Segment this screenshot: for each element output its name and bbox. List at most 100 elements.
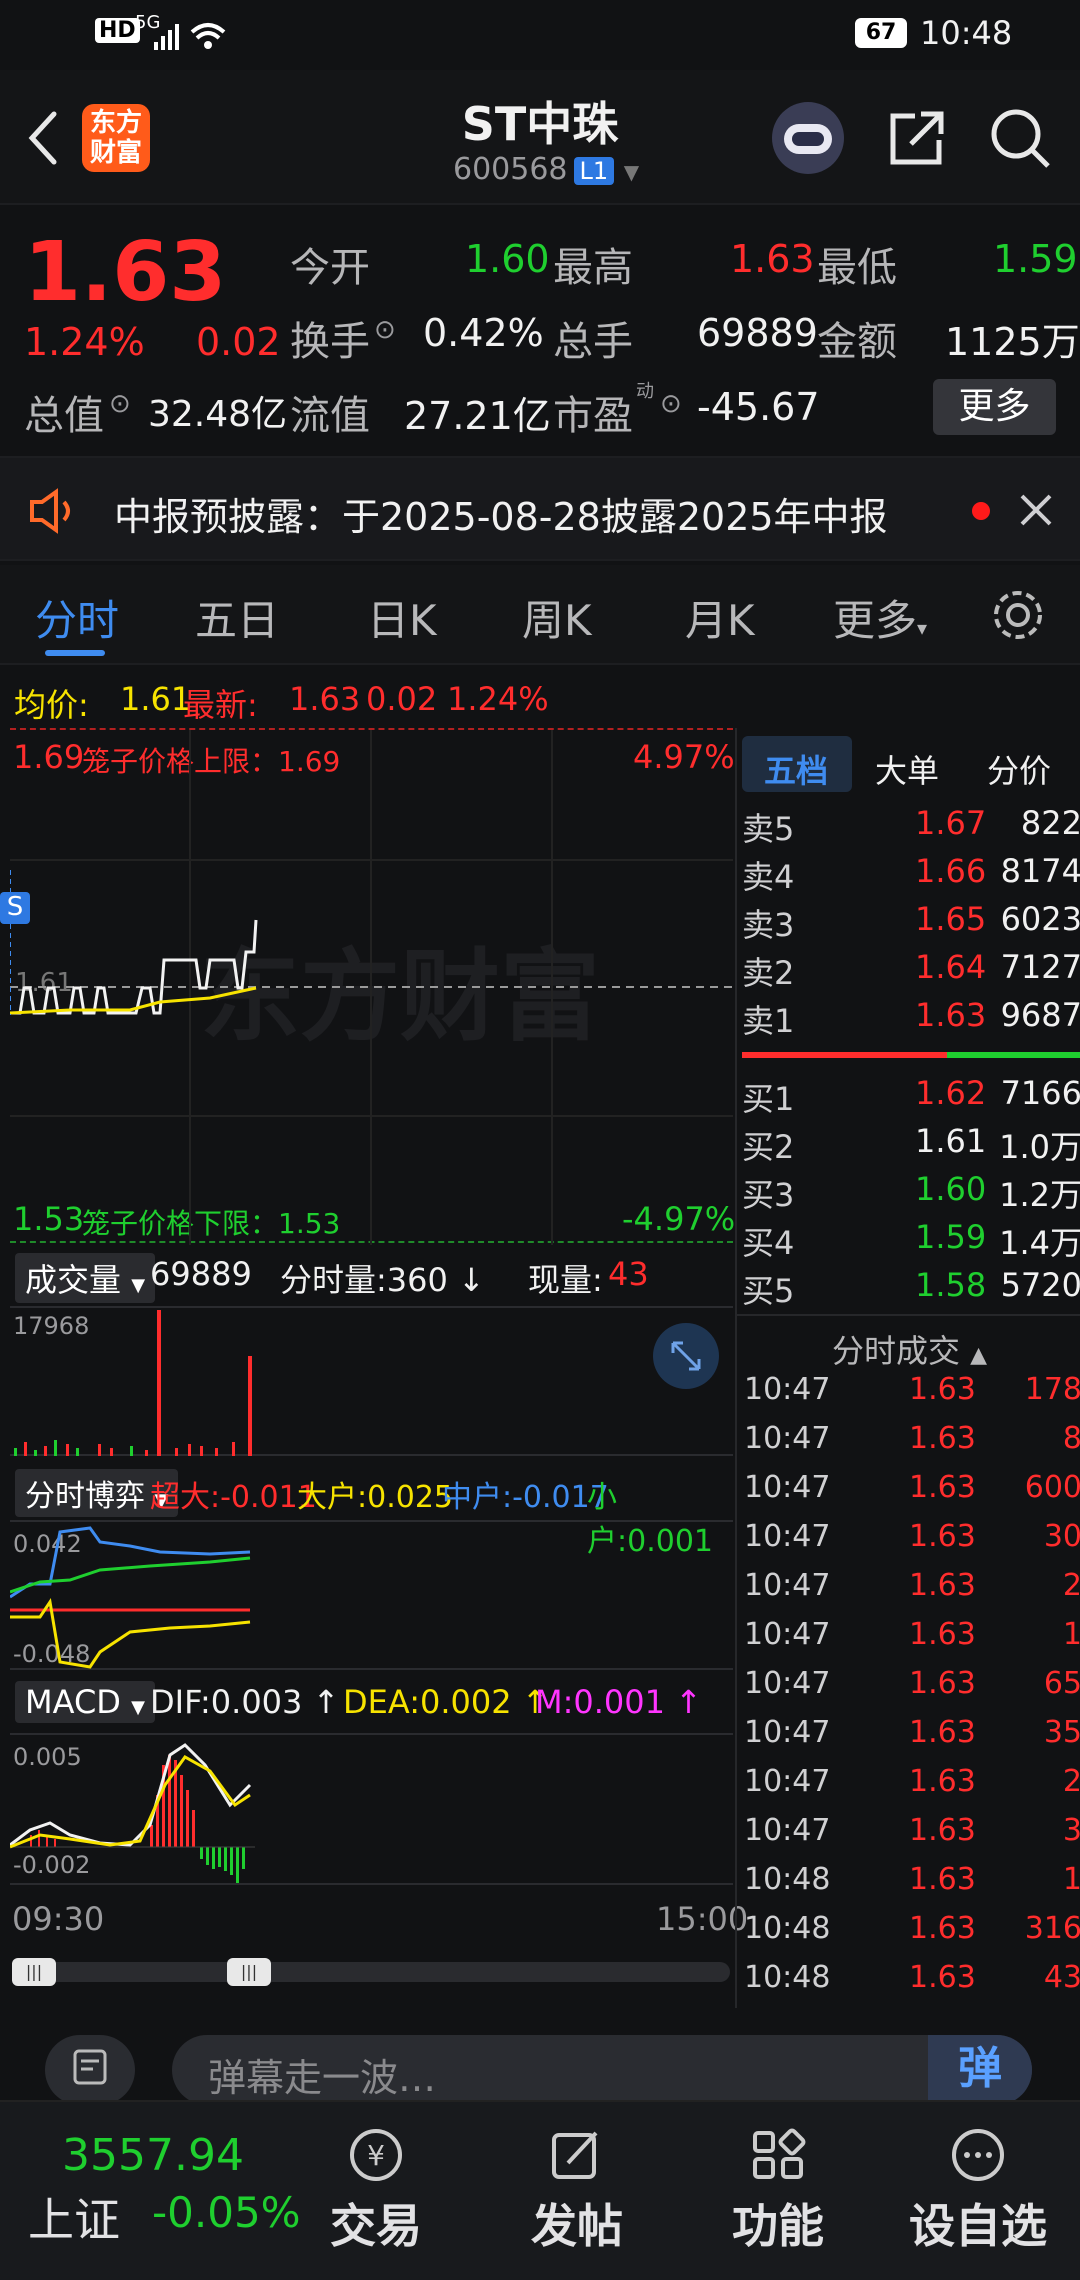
trade-price: 1.63	[909, 1372, 976, 1407]
stock-code-row[interactable]: 600568 L1 ▼	[453, 152, 639, 187]
ask-row[interactable]: 卖5 1.67 822	[737, 798, 1080, 848]
trade-price: 1.63	[909, 1813, 976, 1848]
nav-post-label: 发帖	[531, 2199, 623, 2253]
grid-apps-icon	[753, 2128, 806, 2179]
amount-label: 金额	[817, 319, 897, 365]
more-button[interactable]: 更多	[933, 379, 1056, 435]
trade-time: 10:48	[744, 1960, 831, 1995]
info-icon[interactable]: ⊙	[374, 315, 396, 345]
trade-volume: 3	[1062, 1813, 1080, 1848]
avg-price-bar: 均价: 1.61 最新: 1.63 0.02 1.24%	[0, 668, 1080, 728]
nav-features-label: 功能	[732, 2199, 824, 2253]
tab-five-day[interactable]: 五日	[195, 587, 279, 648]
ask-label: 卖3	[742, 906, 795, 944]
ask-row[interactable]: 卖1 1.63 9687	[737, 990, 1080, 1040]
tab-five-levels[interactable]: 五档	[764, 746, 828, 792]
tab-daily-k[interactable]: 日K	[367, 587, 437, 648]
info-icon[interactable]: ⊙	[109, 389, 131, 419]
expand-icon[interactable]	[653, 1323, 719, 1389]
info-icon[interactable]: ⊙	[660, 389, 682, 419]
trade-volume: 178	[1024, 1372, 1080, 1407]
tab-intraday[interactable]: 分时	[35, 587, 119, 648]
danmu-settings-icon[interactable]	[45, 2035, 135, 2105]
intraday-chart[interactable]: 1.69 笼子价格上限：1.69 4.97% 1.53 笼子价格下限：1.53 …	[0, 728, 735, 1245]
price-series-line	[10, 919, 258, 1015]
nav-add-watchlist[interactable]: 设自选	[898, 2120, 1058, 2256]
turnover-label: 换手	[290, 319, 370, 365]
slider-right-handle[interactable]: |||	[227, 1958, 271, 1986]
ask-label: 卖5	[742, 810, 795, 848]
trade-price: 1.63	[909, 1960, 976, 1995]
trade-volume: 43	[1043, 1960, 1080, 1995]
edit-icon	[552, 2131, 598, 2179]
ask-row[interactable]: 卖4 1.66 8174	[737, 846, 1080, 896]
search-icon[interactable]	[988, 106, 1052, 170]
last-price: 1.63	[24, 225, 227, 320]
trade-price: 1.63	[909, 1666, 976, 1701]
bid-price: 1.60	[915, 1170, 987, 1208]
volume-indicator-select[interactable]: 成交量 ▼	[15, 1253, 156, 1303]
bid-row[interactable]: 买1 1.62 7166	[737, 1068, 1080, 1118]
bid-label: 买3	[742, 1176, 795, 1214]
trade-volume: 35	[1043, 1715, 1080, 1750]
trade-volume: 65	[1043, 1666, 1080, 1701]
trade-time: 10:47	[744, 1372, 831, 1407]
tab-weekly-k[interactable]: 周K	[522, 587, 592, 648]
battery-icon: 67	[855, 18, 907, 48]
bid-row[interactable]: 买2 1.61 1.0万	[737, 1116, 1080, 1166]
avg-value: 1.61	[120, 680, 192, 718]
bid-label: 买4	[742, 1224, 795, 1262]
trade-row: 10:48 1.63 316	[737, 1905, 1080, 1954]
ask-row[interactable]: 卖2 1.64 7127	[737, 942, 1080, 992]
trade-row: 10:47 1.63 3	[737, 1807, 1080, 1856]
macd-dea-value: DEA:0.002	[343, 1683, 512, 1721]
tab-price-dist[interactable]: 分价	[987, 746, 1051, 792]
svg-text:¥: ¥	[367, 2139, 385, 2172]
turnover-value: 0.42%	[423, 311, 544, 355]
ai-robot-avatar[interactable]	[772, 102, 844, 174]
caret-down-icon: ▼	[131, 1275, 146, 1296]
trades-title[interactable]: 分时成交 ▲	[737, 1316, 1080, 1372]
nav-trade[interactable]: ¥ 交易	[296, 2120, 456, 2256]
ask-row[interactable]: 卖3 1.65 6023	[737, 894, 1080, 944]
trade-time: 10:47	[744, 1421, 831, 1456]
trade-row: 10:47 1.63 1	[737, 1611, 1080, 1660]
macd-dif-value: DIF:0.003	[150, 1683, 303, 1721]
trade-time: 10:47	[744, 1617, 831, 1652]
tab-more[interactable]: 更多▾	[833, 587, 927, 648]
index-ticker[interactable]: 3557.94 上证 -0.05%	[20, 2102, 301, 2280]
medium-flow: 中户:-0.017	[442, 1480, 609, 1515]
tab-big-orders[interactable]: 大单	[875, 746, 939, 792]
bid-row[interactable]: 买4 1.59 1.4万	[737, 1212, 1080, 1262]
bid-row[interactable]: 买5 1.58 5720	[737, 1260, 1080, 1310]
bid-row[interactable]: 买3 1.60 1.2万	[737, 1164, 1080, 1214]
tab-monthly-k[interactable]: 月K	[685, 587, 755, 648]
trade-price: 1.63	[909, 1764, 976, 1799]
chart-range-slider[interactable]: ||| |||	[12, 1958, 730, 1986]
minute-volume: 分时量:360 ↓	[280, 1261, 485, 1299]
ask-label: 卖2	[742, 954, 795, 992]
s-marker[interactable]: S	[0, 892, 30, 924]
notice-bar[interactable]: 中报预披露：于2025-08-28披露2025年中报	[0, 456, 1080, 561]
nav-features[interactable]: 功能	[698, 2120, 858, 2256]
share-icon[interactable]	[885, 106, 949, 170]
bid-price: 1.62	[915, 1074, 987, 1112]
macd-indicator-select[interactable]: MACD ▼	[15, 1681, 155, 1723]
danmu-input[interactable]: 弹幕走一波…	[172, 2035, 1032, 2105]
danmu-toggle-button[interactable]: 弹	[928, 2035, 1032, 2105]
capital-flow-chart: 0.042 -0.048	[10, 1520, 733, 1670]
settings-gear-icon[interactable]	[990, 587, 1046, 643]
slider-left-handle[interactable]: |||	[12, 1958, 56, 1986]
trade-time: 10:47	[744, 1813, 831, 1848]
nav-post[interactable]: 发帖	[497, 2120, 657, 2256]
trade-row: 10:47 1.63 2	[737, 1562, 1080, 1611]
latest-change: 0.02	[366, 680, 438, 718]
macd-chart: 0.005 -0.002	[10, 1733, 733, 1885]
signal-wifi-icon	[154, 23, 226, 50]
trade-row: 10:48 1.63 43	[737, 1954, 1080, 2003]
macd-indicator-label: MACD	[25, 1683, 121, 1721]
bottom-nav: 3557.94 上证 -0.05% ¥ 交易 发帖 功能 设自选	[0, 2100, 1080, 2280]
low-value: 1.59	[993, 237, 1078, 281]
trade-time: 10:47	[744, 1470, 831, 1505]
close-icon[interactable]	[1018, 492, 1054, 528]
